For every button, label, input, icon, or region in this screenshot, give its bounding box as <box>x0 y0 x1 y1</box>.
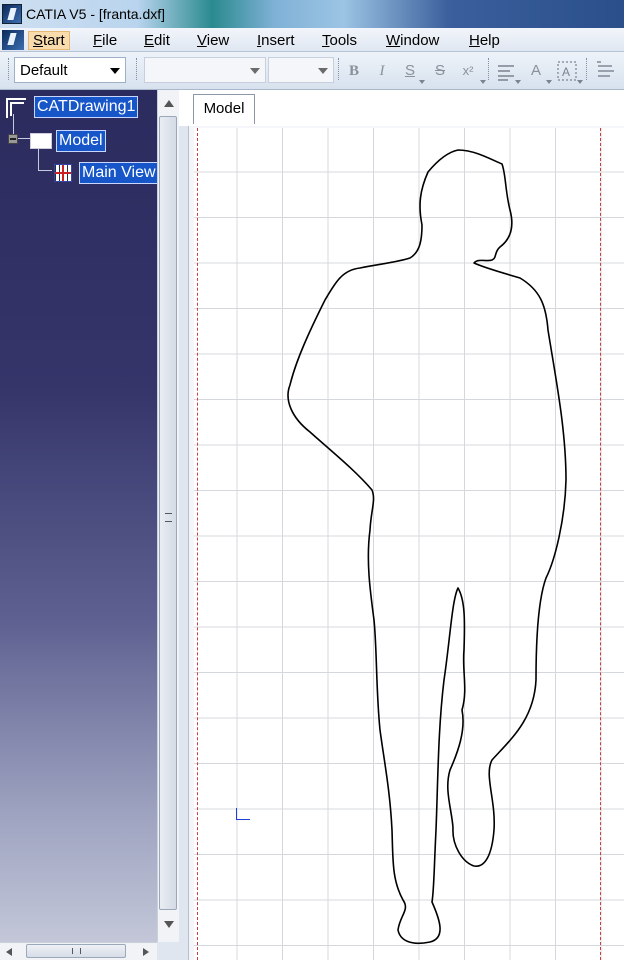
chevron-down-icon <box>250 68 260 74</box>
scrollbar-thumb[interactable] <box>159 116 177 910</box>
chevron-down-icon <box>110 68 120 74</box>
text-properties-icon[interactable] <box>594 60 618 82</box>
person-silhouette-drawing[interactable] <box>194 128 624 960</box>
bold-icon[interactable]: B <box>343 60 365 82</box>
chevron-down-icon[interactable] <box>419 80 425 84</box>
anchor-point-icon[interactable]: A <box>525 60 547 82</box>
tree-item-main-view[interactable]: Main View <box>54 162 157 184</box>
superscript-icon[interactable]: x² <box>457 60 479 82</box>
catia-menu-icon[interactable] <box>2 30 24 50</box>
font-size-combo[interactable] <box>268 57 334 83</box>
menu-view[interactable]: View <box>193 31 233 50</box>
chevron-down-icon[interactable] <box>577 80 583 84</box>
menu-tools[interactable]: Tools <box>318 31 361 50</box>
menu-bar: Start File Edit View Insert Tools Window… <box>0 28 624 52</box>
tree-vertical-scrollbar[interactable] <box>157 90 179 942</box>
toolbar-grip[interactable] <box>136 58 139 80</box>
tree-connector <box>18 138 30 139</box>
menu-edit[interactable]: Edit <box>140 31 174 50</box>
chevron-down-icon <box>318 68 328 74</box>
chevron-down-icon[interactable] <box>515 80 521 84</box>
scroll-down-icon[interactable] <box>164 921 174 928</box>
title-bar: CATIA V5 - [franta.dxf] <box>0 0 624 28</box>
style-combo[interactable]: Default <box>14 57 126 83</box>
text-frame-icon[interactable]: A <box>556 60 578 82</box>
strikethrough-icon[interactable]: S <box>429 60 451 82</box>
tab-model[interactable]: Model <box>193 94 255 124</box>
toolbar-grip[interactable] <box>488 58 491 80</box>
menu-file[interactable]: File <box>89 31 121 50</box>
scroll-right-icon[interactable] <box>143 948 149 956</box>
menu-window[interactable]: Window <box>382 31 443 50</box>
specification-tree: CATDrawing1 Model Main View <box>0 90 157 942</box>
chevron-down-icon[interactable] <box>546 80 552 84</box>
scroll-up-icon[interactable] <box>164 100 174 107</box>
collapse-icon[interactable] <box>8 134 18 144</box>
svg-text:A: A <box>562 65 570 79</box>
drawing-icon <box>4 96 26 118</box>
toolbar-grip[interactable] <box>8 58 11 80</box>
tree-connector <box>38 170 52 171</box>
toolbar-grip[interactable] <box>338 58 341 80</box>
toolbar-grip[interactable] <box>586 58 589 80</box>
align-left-icon[interactable] <box>496 62 516 82</box>
menu-start[interactable]: Start <box>28 31 70 50</box>
font-combo[interactable] <box>144 57 266 83</box>
scroll-left-icon[interactable] <box>6 948 12 956</box>
tree-connector <box>38 148 39 170</box>
sheet-icon <box>30 133 52 149</box>
chevron-down-icon[interactable] <box>480 80 486 84</box>
axis-origin-marker <box>236 808 250 820</box>
menu-insert[interactable]: Insert <box>253 31 299 50</box>
tree-horizontal-scrollbar[interactable] <box>0 942 157 960</box>
catia-logo-icon[interactable] <box>2 4 22 24</box>
window-title: CATIA V5 - [franta.dxf] <box>26 6 166 22</box>
underline-icon[interactable]: S <box>399 60 421 82</box>
scrollbar-thumb[interactable] <box>26 944 126 958</box>
view-icon <box>54 164 72 182</box>
menu-help[interactable]: Help <box>465 31 504 50</box>
italic-icon[interactable]: I <box>371 60 393 82</box>
text-properties-toolbar: Default B I S S x² A A <box>0 52 624 90</box>
